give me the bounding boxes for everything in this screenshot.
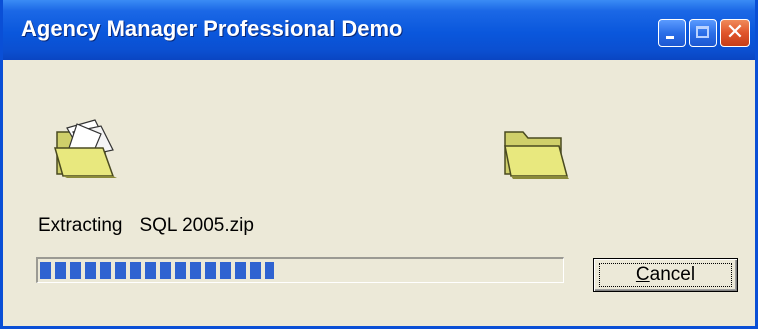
progress-fill <box>40 262 274 279</box>
cancel-button[interactable]: Cancel <box>593 258 738 292</box>
focus-rectangle <box>599 263 732 287</box>
minimize-icon <box>666 36 674 39</box>
window-title: Agency Manager Professional Demo <box>21 16 403 41</box>
maximize-icon <box>696 26 709 38</box>
title-bar[interactable]: Agency Manager Professional Demo ✕ <box>3 0 755 60</box>
extract-dialog: Agency Manager Professional Demo ✕ Extra… <box>0 0 758 329</box>
status-action: Extracting <box>38 215 123 236</box>
close-icon: ✕ <box>725 20 745 45</box>
folder-icon <box>504 131 569 179</box>
minimize-button[interactable] <box>658 19 686 47</box>
status-file: SQL 2005.zip <box>139 215 254 236</box>
extraction-progress-bar <box>36 257 564 283</box>
open-folder-icon <box>54 119 117 178</box>
maximize-button <box>689 19 717 47</box>
status-text: Extracting SQL 2005.zip <box>38 215 254 237</box>
close-button[interactable]: ✕ <box>720 19 750 47</box>
